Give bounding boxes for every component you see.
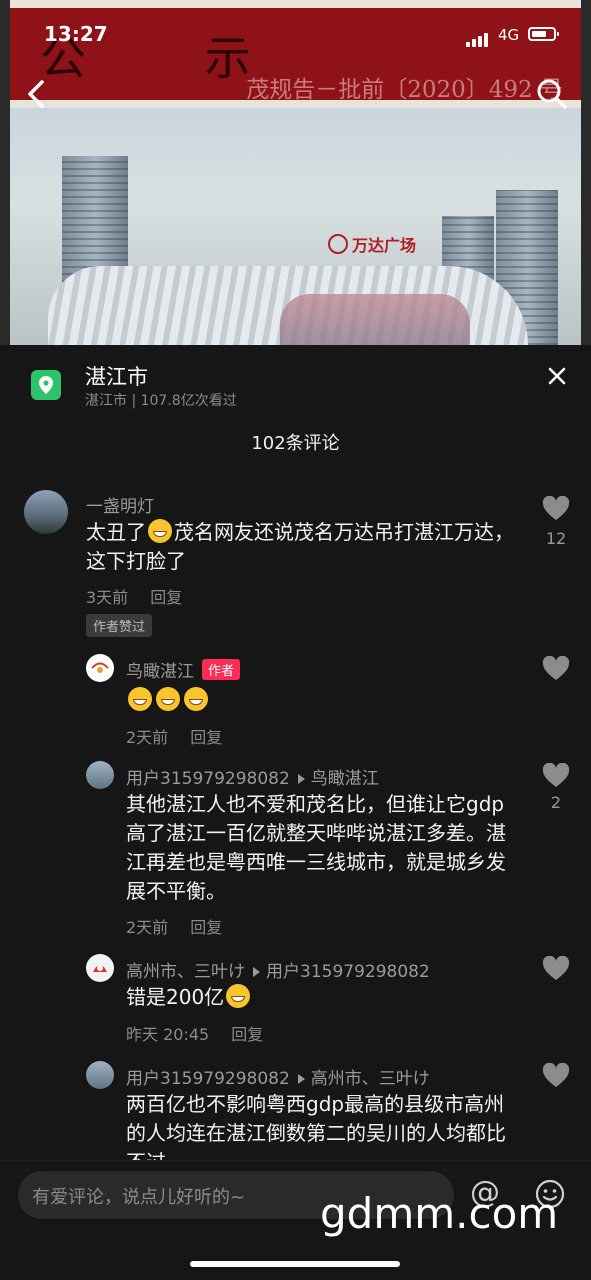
comment-text: 其他湛江人也不爱和茂名比，但谁让它gdp高了湛江一百亿就整天哔哔说湛江多差。湛江… bbox=[126, 792, 506, 903]
back-arrow-icon[interactable] bbox=[20, 74, 54, 114]
comment-username[interactable]: 一盏明灯 bbox=[86, 492, 154, 517]
like-count: 2 bbox=[550, 793, 562, 812]
comment-time: 2天前 bbox=[126, 728, 169, 747]
username-text: 高州市、三叶け bbox=[126, 962, 245, 982]
mall-rendering: 万达广场 bbox=[10, 108, 581, 345]
reply-to-username[interactable]: 高州市、三叶け bbox=[311, 1069, 430, 1089]
username-text: 用户315979298082 bbox=[126, 1069, 290, 1089]
comment-username[interactable]: 高州市、三叶け 用户315979298082 bbox=[126, 957, 430, 982]
location-pin-icon bbox=[31, 370, 61, 400]
avatar[interactable] bbox=[86, 654, 114, 682]
wanda-logo-icon bbox=[328, 234, 348, 254]
comment-meta: 昨天 20:45 回复 bbox=[126, 1021, 263, 1045]
signal-icon bbox=[466, 28, 490, 47]
laughing-emoji-icon bbox=[226, 984, 251, 1008]
network-type: 4G bbox=[498, 26, 520, 44]
comment-time: 2天前 bbox=[126, 918, 169, 937]
comment-text: 两百亿也不影响粤西gdp最高的县级市高州的人均连在湛江倒数第二的吴川的人均都比不… bbox=[126, 1092, 506, 1161]
reply-item: 用户315979298082 高州市、三叶け 两百亿也不影响粤西gdp最高的县级市… bbox=[0, 1061, 591, 1161]
username-text: 用户315979298082 bbox=[126, 769, 290, 789]
username-text: 鸟瞰湛江 bbox=[126, 662, 194, 682]
site-watermark: gdmm.com bbox=[320, 1189, 559, 1238]
status-bar: 13:27 4G bbox=[0, 22, 591, 50]
comment-count: 102条评论 bbox=[251, 433, 340, 454]
search-icon[interactable] bbox=[532, 74, 572, 114]
post-image[interactable]: 公 示 茂规告－批前〔2020〕492 号 万达广场 bbox=[0, 0, 591, 345]
close-icon[interactable] bbox=[546, 365, 568, 387]
like-count: 12 bbox=[545, 529, 567, 548]
mall-logo: 万达广场 bbox=[328, 232, 416, 256]
avatar[interactable] bbox=[24, 490, 68, 534]
grinning-emoji-icon bbox=[128, 687, 152, 711]
poster-doc-number: 茂规告－批前〔2020〕492 号 bbox=[246, 77, 563, 103]
comment-input-bar: 有爱评论，说点儿好听的~ @ gdmm.com bbox=[0, 1160, 591, 1280]
comment-text: 太丑了 茂名网友还说茂名万达吊打湛江万达，这下打脸了 bbox=[86, 518, 526, 576]
reply-arrow-icon bbox=[297, 1073, 305, 1084]
location-meta: 湛江市 | 107.8亿次看过 bbox=[85, 393, 237, 409]
reply-to-username[interactable]: 鸟瞰湛江 bbox=[311, 769, 379, 789]
mall-sign-text: 万达广场 bbox=[352, 236, 417, 255]
home-indicator[interactable] bbox=[190, 1261, 400, 1267]
reply-to-username[interactable]: 用户315979298082 bbox=[266, 962, 430, 982]
comment-time: 昨天 20:45 bbox=[126, 1025, 210, 1044]
author-tag: 作者 bbox=[202, 659, 241, 680]
comment-username[interactable]: 用户315979298082 鸟瞰湛江 bbox=[126, 764, 379, 789]
avatar[interactable] bbox=[86, 761, 114, 789]
battery-icon bbox=[528, 27, 559, 41]
author-liked-badge: 作者赞过 bbox=[86, 614, 153, 637]
comment-meta: 2天前 回复 bbox=[126, 724, 222, 748]
status-time: 13:27 bbox=[44, 22, 108, 46]
reply-button[interactable]: 回复 bbox=[231, 1025, 263, 1044]
comment-text-part: 错是200亿 bbox=[126, 985, 225, 1009]
avatar[interactable] bbox=[86, 954, 114, 982]
comment-text bbox=[126, 686, 210, 715]
reply-button[interactable]: 回复 bbox=[150, 588, 182, 607]
comment-username[interactable]: 鸟瞰湛江 作者 bbox=[126, 657, 241, 682]
like-heart-icon[interactable] bbox=[542, 956, 570, 982]
reply-button[interactable]: 回复 bbox=[190, 918, 222, 937]
grinning-emoji-icon bbox=[156, 687, 180, 711]
location-name[interactable]: 湛江市 bbox=[85, 361, 148, 391]
avatar[interactable] bbox=[86, 1061, 114, 1089]
like-heart-icon[interactable] bbox=[542, 763, 570, 789]
comment-input-placeholder: 有爱评论，说点儿好听的~ bbox=[32, 1187, 246, 1208]
comment-sheet: 湛江市 湛江市 | 107.8亿次看过 102条评论 一盏明灯 太丑了 茂名网友还… bbox=[0, 345, 591, 1279]
mall-glass-facade bbox=[280, 294, 470, 345]
comment-meta: 2天前 回复 bbox=[126, 914, 222, 938]
laughing-emoji-icon bbox=[148, 519, 172, 543]
comment-time: 3天前 bbox=[86, 588, 129, 607]
like-heart-icon[interactable] bbox=[542, 1063, 570, 1089]
comment-text: 错是200亿 bbox=[126, 983, 252, 1012]
like-heart-icon[interactable] bbox=[542, 656, 570, 682]
grinning-emoji-icon bbox=[184, 687, 208, 711]
comment-username[interactable]: 用户315979298082 高州市、三叶け bbox=[126, 1064, 430, 1089]
comment-meta: 3天前 回复 bbox=[86, 584, 182, 608]
like-heart-icon[interactable] bbox=[542, 496, 570, 522]
reply-arrow-icon bbox=[297, 773, 305, 784]
reply-arrow-icon bbox=[253, 966, 260, 977]
notice-poster: 公 示 茂规告－批前〔2020〕492 号 万达广场 bbox=[10, 0, 581, 345]
comment-text-part: 太丑了 bbox=[86, 520, 146, 544]
reply-button[interactable]: 回复 bbox=[190, 728, 222, 747]
